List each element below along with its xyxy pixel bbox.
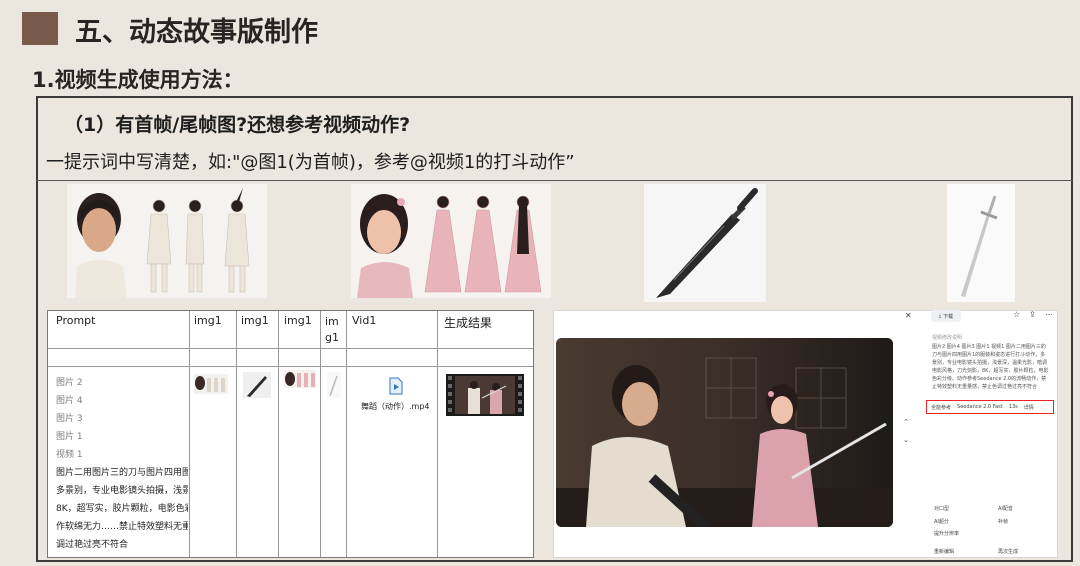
action-frame-interp[interactable]: 补帧 — [998, 518, 1008, 525]
close-icon[interactable]: ✕ — [905, 311, 912, 320]
chevron-up-icon[interactable]: ⌃ — [903, 418, 909, 426]
download-icon: ⤓ — [938, 313, 942, 319]
chevron-down-icon[interactable]: ⌄ — [903, 436, 909, 444]
action-resolution[interactable]: 提升分辨率 — [934, 530, 959, 537]
title-marker — [22, 12, 58, 45]
generation-params: 全能参考 Seedance 2.0 Fast 13s 详情 — [926, 400, 1054, 414]
prompt-ref: 图片 3 — [56, 414, 83, 424]
header-prompt: Prompt — [56, 314, 96, 327]
action-regenerate[interactable]: 再次生成 — [998, 548, 1018, 555]
info-heading: 视频修改说明 — [932, 335, 963, 341]
prompt-ref: 图片 4 — [56, 396, 83, 406]
thumb-female — [284, 370, 316, 388]
header-img1-b: img1 — [241, 314, 269, 327]
header-img1-a: img1 — [194, 314, 222, 327]
video-file-name[interactable]: 舞蹈（动作）.mp4 — [361, 401, 430, 412]
row-divider — [48, 348, 533, 349]
male-character-sheet — [67, 184, 267, 298]
action-upscale[interactable]: AI超分 — [934, 518, 949, 525]
header-img1-c: img1 — [284, 314, 312, 327]
sword-image — [947, 184, 1015, 302]
divider — [36, 180, 1073, 181]
prompt-line: 图片二用图片三的刀与图片四用图片 — [56, 468, 188, 478]
female-character-sheet — [351, 184, 551, 298]
download-button[interactable]: ⤓ 下载 — [931, 310, 961, 322]
thumb-sword — [327, 372, 341, 398]
header-img1-d: im g1 — [325, 315, 339, 344]
param-mode: 全能参考 — [931, 404, 952, 411]
prompt-ref: 视频 1 — [56, 450, 83, 460]
prompt-line: 多景别，专业电影镜头拍摄，浅景深, — [56, 486, 188, 496]
section-heading: （1）有首帧/尾帧图?还想参考视频动作? — [64, 114, 411, 136]
share-icon[interactable]: ⇪ — [1029, 310, 1036, 319]
action-reedit[interactable]: 重新编辑 — [934, 548, 954, 555]
prompt-ref: 图片 1 — [56, 432, 83, 442]
info-text: 图片2 图片4 图片3 图片1 视频1 图片二用图片三的刀与图片四用图片1的服装… — [932, 344, 1049, 390]
action-lipsync[interactable]: 对口型 — [934, 505, 949, 512]
row-divider — [48, 366, 533, 367]
star-icon[interactable]: ☆ — [1013, 310, 1020, 319]
slide-title: 五、动态故事版制作 — [75, 17, 318, 48]
param-details[interactable]: 详情 — [1024, 404, 1034, 411]
action-dubbing[interactable]: AI配音 — [998, 505, 1013, 512]
slide-subtitle: 1.视频生成使用方法： — [32, 68, 244, 92]
result-thumbnail[interactable] — [446, 374, 524, 416]
prompt-ref: 图片 2 — [56, 378, 83, 388]
prompt-line: 8K，超写实，胶片颗粒，电影色彩分 — [56, 504, 188, 514]
prompt-line: 调过艳过亮不符合 — [56, 540, 129, 550]
prompt-table: Prompt img1 img1 img1 im g1 Vid1 生成结果 图片… — [47, 310, 534, 558]
thumb-saber — [243, 372, 271, 398]
generated-video-frame[interactable] — [556, 338, 893, 527]
prompt-text: 图片 2 图片 4 图片 3 图片 1 视频 1 图片二用图片三的刀与图片四用图… — [56, 374, 188, 554]
prompt-line: 作软绵无力……禁止特效塑料无重量.. — [56, 522, 188, 532]
header-vid1: Vid1 — [352, 314, 377, 327]
saber-image — [644, 184, 766, 302]
section-hint: 一提示词中写清楚，如:"@图1(为首帧)，参考@视频1的打斗动作” — [46, 152, 575, 173]
download-label: 下载 — [943, 313, 954, 320]
video-file-icon[interactable] — [389, 377, 403, 395]
header-result: 生成结果 — [444, 316, 493, 330]
more-icon[interactable]: ⋯ — [1045, 310, 1053, 319]
thumb-male — [194, 374, 228, 394]
param-duration: 13s — [1008, 404, 1018, 410]
param-model: Seedance 2.0 Fast — [957, 404, 1003, 410]
